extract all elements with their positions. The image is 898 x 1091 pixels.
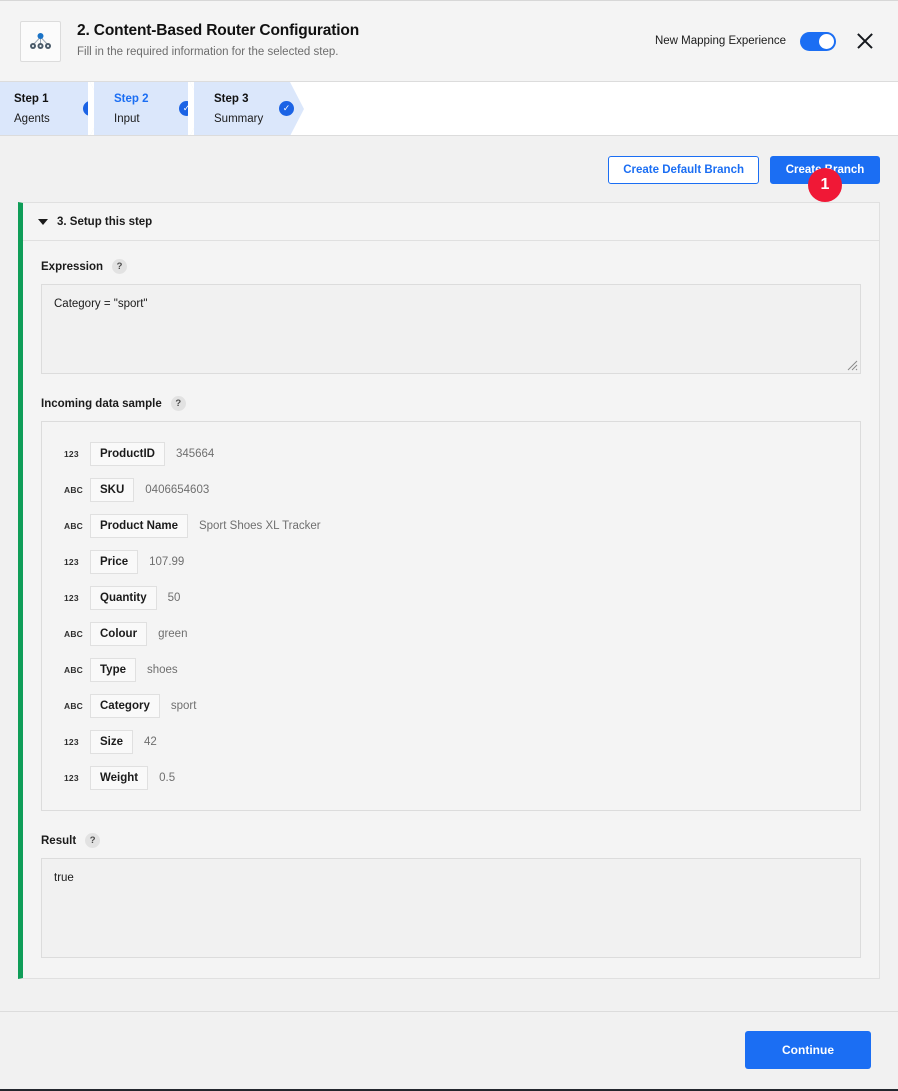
field-name-chip[interactable]: Weight bbox=[90, 765, 149, 791]
router-tree-icon bbox=[20, 20, 61, 62]
sample-row: ABC Category sport bbox=[42, 688, 860, 724]
field-value: 42 bbox=[144, 736, 157, 748]
field-value: 0.5 bbox=[159, 772, 176, 784]
incoming-data-sample-label: Incoming data sample bbox=[41, 397, 162, 410]
step-item-1[interactable]: Step 1 Agents ✓ bbox=[0, 82, 104, 136]
new-mapping-experience-label: New Mapping Experience bbox=[654, 35, 786, 47]
field-name-chip[interactable]: Quantity bbox=[90, 585, 157, 611]
field-name-chip[interactable]: Type bbox=[90, 657, 136, 683]
field-type-tag: ABC bbox=[64, 485, 84, 495]
field-type-tag: 123 bbox=[64, 593, 79, 603]
field-name-chip[interactable]: Colour bbox=[90, 621, 148, 647]
sample-row: ABC Colour green bbox=[42, 616, 860, 652]
page-subtitle: Fill in the required information for the… bbox=[77, 45, 339, 58]
sample-row: 123 Size 42 bbox=[42, 724, 860, 760]
sample-row: ABC Product Name Sport Shoes XL Tracker bbox=[42, 508, 860, 544]
field-name-chip[interactable]: Price bbox=[90, 549, 139, 575]
expression-help-icon[interactable]: ? bbox=[112, 259, 127, 274]
setup-step-panel-body: Expression ? Category = "sport" Incoming… bbox=[23, 241, 879, 978]
field-name-chip[interactable]: Product Name bbox=[90, 513, 188, 539]
toggle-knob bbox=[819, 33, 834, 49]
step-item-2[interactable]: Step 2 Input ✓ bbox=[94, 82, 204, 136]
step-item-3[interactable]: Step 3 Summary ✓ bbox=[194, 82, 304, 136]
sample-row: 123 Price 107.99 bbox=[42, 544, 860, 580]
sample-row: 123 ProductID 345664 bbox=[42, 436, 860, 472]
window-header: 2. Content-Based Router Configuration Fi… bbox=[0, 1, 898, 82]
setup-step-title: 3. Setup this step bbox=[57, 215, 153, 228]
sample-row: 123 Quantity 50 bbox=[42, 580, 860, 616]
wizard-body: Create Default Branch Create Branch 1 3.… bbox=[0, 136, 898, 1056]
field-type-tag: ABC bbox=[64, 665, 84, 675]
field-value: 107.99 bbox=[149, 556, 185, 568]
step-3-check-icon: ✓ bbox=[279, 101, 294, 116]
expression-value: Category = "sport" bbox=[54, 298, 148, 310]
field-name-chip[interactable]: ProductID bbox=[90, 441, 165, 467]
annotation-badge-1: 1 bbox=[808, 168, 842, 202]
field-name-chip[interactable]: Size bbox=[90, 729, 134, 755]
field-value: sport bbox=[170, 700, 197, 712]
field-type-tag: 123 bbox=[64, 449, 79, 459]
wizard-window: 2. Content-Based Router Configuration Fi… bbox=[0, 0, 898, 1091]
sample-row: ABC Type shoes bbox=[42, 652, 860, 688]
field-type-tag: ABC bbox=[64, 521, 84, 531]
expression-input[interactable]: Category = "sport" bbox=[41, 284, 861, 374]
field-value: 345664 bbox=[175, 448, 215, 460]
field-type-tag: 123 bbox=[64, 737, 79, 747]
header-text-block: 2. Content-Based Router Configuration Fi… bbox=[77, 22, 655, 59]
setup-step-panel-header[interactable]: 3. Setup this step bbox=[23, 203, 879, 241]
close-icon[interactable] bbox=[854, 30, 876, 52]
chevron-down-icon[interactable] bbox=[38, 218, 48, 225]
expression-label: Expression bbox=[41, 260, 103, 273]
field-type-tag: 123 bbox=[64, 773, 79, 783]
branch-action-row: Create Default Branch Create Branch 1 bbox=[18, 136, 880, 202]
setup-step-panel: 3. Setup this step Expression ? Category… bbox=[18, 202, 880, 979]
field-name-chip[interactable]: SKU bbox=[90, 477, 135, 503]
page-title: 2. Content-Based Router Configuration bbox=[77, 22, 360, 40]
field-value: shoes bbox=[147, 664, 178, 676]
header-controls: New Mapping Experience bbox=[655, 30, 876, 52]
resize-grip-icon[interactable] bbox=[847, 360, 858, 371]
step-progress-bar: Step 1 Agents ✓ Step 2 Input ✓ Step 3 Su… bbox=[0, 82, 898, 136]
field-value: Sport Shoes XL Tracker bbox=[198, 520, 321, 532]
create-default-branch-button[interactable]: Create Default Branch bbox=[608, 156, 759, 184]
sample-row: ABC SKU 0406654603 bbox=[42, 472, 860, 508]
incoming-data-sample-help-icon[interactable]: ? bbox=[170, 396, 186, 411]
result-help-icon[interactable]: ? bbox=[85, 833, 101, 848]
new-mapping-experience-toggle[interactable] bbox=[800, 31, 836, 51]
result-output: true bbox=[41, 858, 861, 958]
field-type-tag: ABC bbox=[64, 701, 84, 711]
field-value: 0406654603 bbox=[145, 484, 210, 496]
field-name-chip[interactable]: Category bbox=[90, 693, 160, 719]
field-value: green bbox=[158, 628, 188, 640]
wizard-footer: Continue bbox=[0, 1011, 898, 1087]
field-type-tag: 123 bbox=[64, 557, 79, 567]
expression-label-row: Expression ? bbox=[41, 259, 861, 274]
result-value: true bbox=[54, 872, 74, 884]
incoming-data-sample-list: 123 ProductID 345664 ABC SKU 0406654603 ABC Pro… bbox=[41, 421, 861, 811]
result-label: Result bbox=[41, 834, 77, 847]
result-label-row: Result ? bbox=[41, 833, 861, 848]
sample-row: 123 Weight 0.5 bbox=[42, 760, 860, 796]
field-value: 50 bbox=[167, 592, 181, 604]
field-type-tag: ABC bbox=[64, 629, 84, 639]
sample-label-row: Incoming data sample ? bbox=[41, 396, 861, 411]
continue-button[interactable]: Continue bbox=[745, 1030, 871, 1069]
